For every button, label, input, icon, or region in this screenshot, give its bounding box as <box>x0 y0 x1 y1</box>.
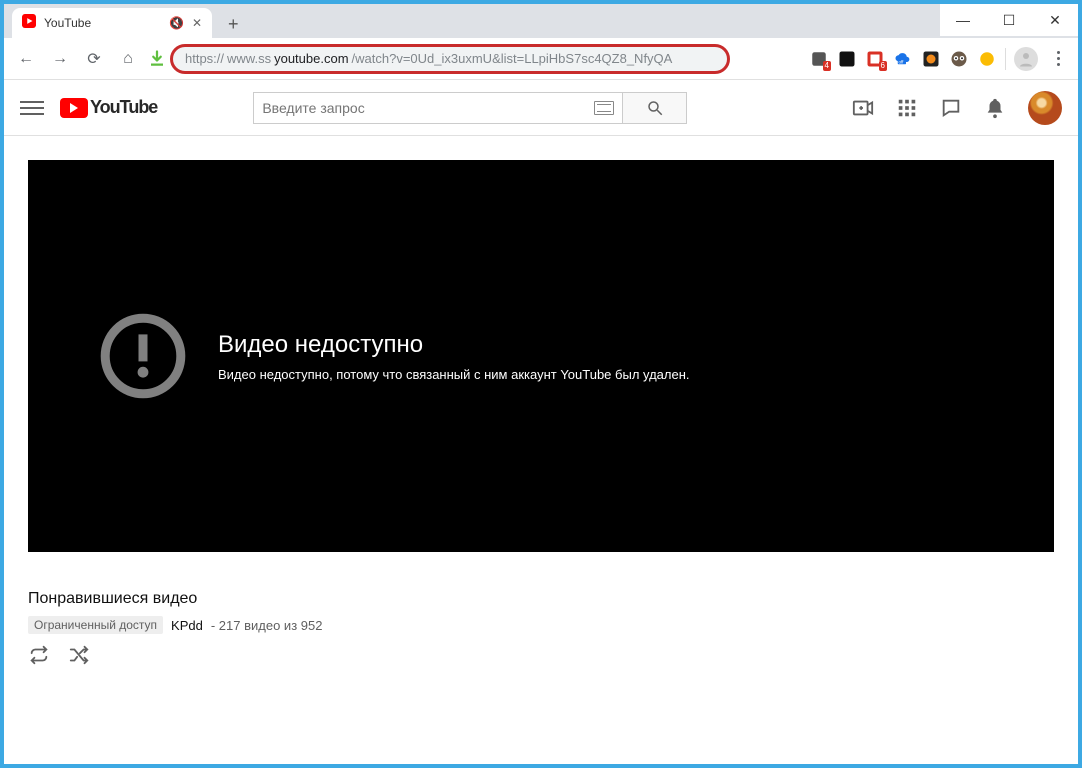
ext-cloud-off[interactable]: off <box>893 49 913 69</box>
user-avatar[interactable] <box>1028 91 1062 125</box>
ext-orange[interactable] <box>921 49 941 69</box>
video-player[interactable]: Видео недоступно Видео недоступно, потом… <box>28 160 1054 552</box>
ext-badge4[interactable]: 4 <box>809 49 829 69</box>
separator <box>1005 48 1006 70</box>
error-title: Видео недоступно <box>218 331 690 359</box>
content-area: Видео недоступно Видео недоступно, потом… <box>4 136 1078 674</box>
home-button[interactable]: ⌂ <box>114 45 142 73</box>
address-wrap: https:// www.ss youtube.com /watch?v=0Ud… <box>148 44 730 74</box>
playlist-section: Понравившиеся видео Ограниченный доступ … <box>28 576 1054 674</box>
savefrom-icon <box>148 50 166 68</box>
minimize-button[interactable]: — <box>940 4 986 36</box>
browser-tab[interactable]: YouTube 🔇 ✕ <box>12 8 212 38</box>
url-domain: youtube.com <box>274 51 348 66</box>
search-icon <box>646 99 664 117</box>
youtube-header: YouTube <box>4 80 1078 136</box>
search-box[interactable] <box>253 92 623 124</box>
youtube-play-icon <box>60 98 88 118</box>
error-text: Видео недоступно Видео недоступно, потом… <box>218 331 690 382</box>
close-tab-icon[interactable]: ✕ <box>192 16 202 30</box>
tab-strip: YouTube 🔇 ✕ + <box>4 4 1078 38</box>
loop-button[interactable] <box>28 644 50 666</box>
youtube-header-right <box>852 91 1062 125</box>
search-wrap <box>253 92 687 124</box>
playlist-meta: Ограниченный доступ KPdd - 217 видео из … <box>28 616 1054 634</box>
new-tab-button[interactable]: + <box>220 10 247 38</box>
error-body: Видео недоступно, потому что связанный с… <box>218 367 690 382</box>
shuffle-button[interactable] <box>68 644 90 666</box>
ext-red6[interactable]: 6 <box>865 49 885 69</box>
browser-menu-button[interactable] <box>1046 51 1070 66</box>
playlist-owner[interactable]: KPdd <box>171 618 203 633</box>
ext-dark[interactable] <box>837 49 857 69</box>
privacy-badge: Ограниченный доступ <box>28 616 163 634</box>
search-input[interactable] <box>262 100 594 116</box>
close-window-button[interactable]: ✕ <box>1032 4 1078 36</box>
back-button[interactable]: ← <box>12 45 40 73</box>
url-path: /watch?v=0Ud_ix3uxmU&list=LLpiHbS7sc4QZ8… <box>352 51 673 66</box>
hamburger-button[interactable] <box>20 96 44 120</box>
reload-button[interactable]: ⟳ <box>80 45 108 73</box>
svg-text:off: off <box>899 59 905 64</box>
error-box: Видео недоступно Видео недоступно, потом… <box>98 311 690 401</box>
youtube-logo[interactable]: YouTube <box>60 97 157 118</box>
youtube-favicon-icon <box>22 14 36 33</box>
url-sub: www.ss <box>227 51 271 66</box>
badge-4: 4 <box>823 61 831 71</box>
upload-button[interactable] <box>852 97 874 119</box>
search-button[interactable] <box>623 92 687 124</box>
extension-row: 4 6 off <box>809 47 1070 71</box>
ext-owl[interactable] <box>949 49 969 69</box>
address-bar[interactable]: https:// www.ss youtube.com /watch?v=0Ud… <box>170 44 730 74</box>
window-controls: — ☐ ✕ <box>940 4 1078 36</box>
apps-button[interactable] <box>896 97 918 119</box>
url-scheme: https:// <box>185 51 224 66</box>
keyboard-icon[interactable] <box>594 101 614 115</box>
profile-avatar-icon[interactable] <box>1014 47 1038 71</box>
forward-button[interactable]: → <box>46 45 74 73</box>
youtube-logo-text: YouTube <box>90 97 157 118</box>
playlist-counter: - 217 видео из 952 <box>211 618 323 633</box>
badge-6: 6 <box>879 61 887 71</box>
playlist-title: Понравившиеся видео <box>28 590 1054 608</box>
notifications-button[interactable] <box>984 97 1006 119</box>
warning-icon <box>98 311 188 401</box>
maximize-button[interactable]: ☐ <box>986 4 1032 36</box>
browser-toolbar: ← → ⟳ ⌂ https:// www.ss youtube.com /wat… <box>4 38 1078 80</box>
playlist-controls <box>28 644 1054 666</box>
messages-button[interactable] <box>940 97 962 119</box>
mute-icon[interactable]: 🔇 <box>169 16 184 30</box>
ext-yellow[interactable] <box>977 49 997 69</box>
tab-title: YouTube <box>44 16 161 30</box>
